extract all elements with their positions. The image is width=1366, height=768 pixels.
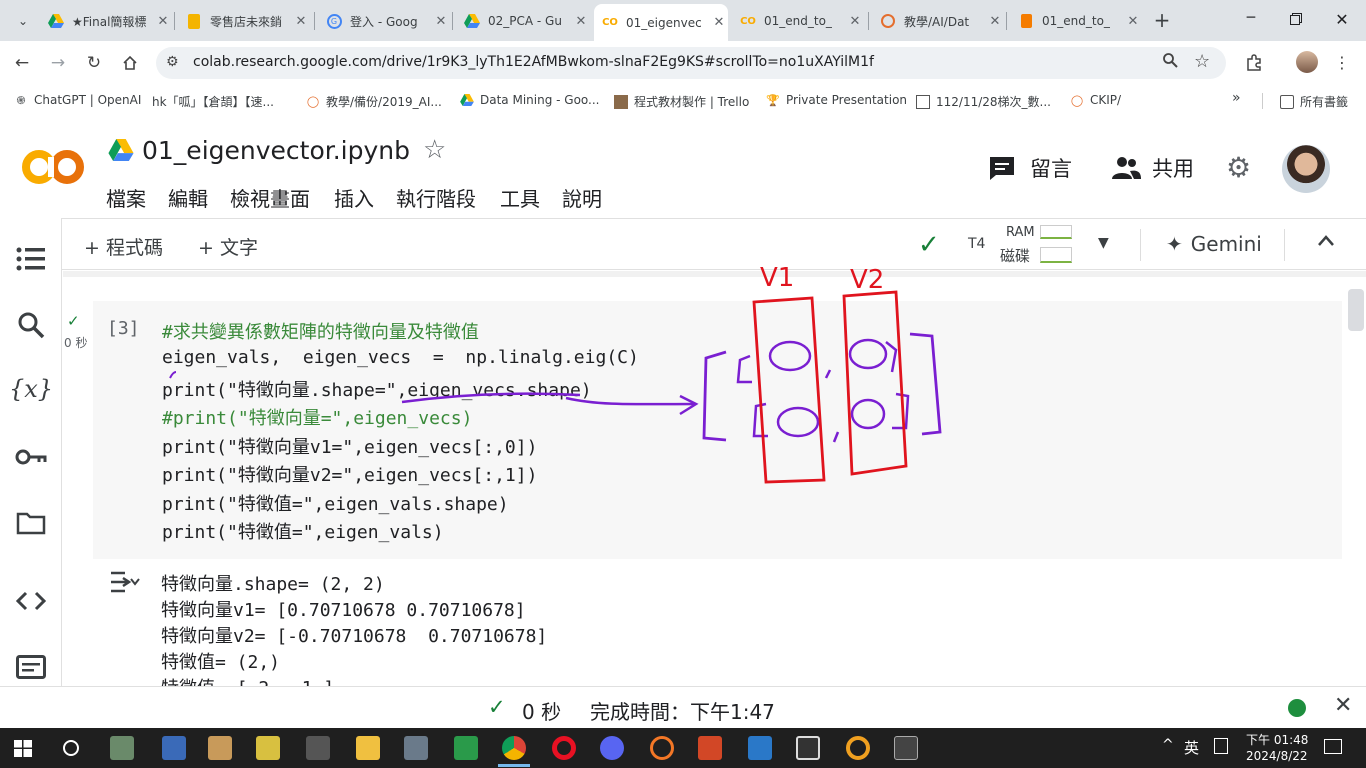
app-icon[interactable] [306,736,330,760]
app-icon[interactable] [846,736,870,760]
annotation-label: V2 [850,265,884,295]
status-check-icon: ✓ [488,695,506,719]
app-icon[interactable] [650,736,674,760]
status-completed: 完成時間：下午1:47 [590,700,775,724]
annotation-label: V1 [760,263,794,293]
clock-date[interactable]: 2024/8/22 [1246,749,1308,763]
ime-icon[interactable] [1214,738,1228,754]
app-icon[interactable] [454,736,478,760]
discord-icon[interactable] [600,736,624,760]
app-icon[interactable] [208,736,232,760]
close-status-icon[interactable]: ✕ [1334,693,1352,718]
tray-chevron-icon[interactable]: ^ [1162,737,1174,753]
file-explorer-icon[interactable] [356,736,380,760]
search-circle-icon[interactable] [63,740,79,756]
status-bar: ✓ 0 秒 完成時間：下午1:47 ✕ [0,686,1366,728]
clock-time[interactable]: 下午 01:48 [1246,731,1308,748]
windows-taskbar: ^ 英 下午 01:48 2024/8/22 [0,728,1366,768]
handwritten-annotation: V1 V2 [169,263,942,484]
notification-icon[interactable] [1324,739,1342,754]
ime-indicator[interactable]: 英 [1184,737,1199,758]
chrome-icon[interactable] [502,736,526,760]
terminal-app-icon[interactable] [894,736,918,760]
powerpoint-icon[interactable] [698,736,722,760]
windows-start-icon[interactable] [14,740,32,761]
camera-icon[interactable] [404,736,428,760]
app-icon[interactable] [110,736,134,760]
connection-status-dot [1288,699,1306,717]
app-icon[interactable] [162,736,186,760]
app-icon[interactable] [256,736,280,760]
opera-icon[interactable] [552,736,576,760]
status-elapsed: 0 秒 [522,700,562,724]
photos-icon[interactable] [748,736,772,760]
app-icon[interactable] [796,736,820,760]
